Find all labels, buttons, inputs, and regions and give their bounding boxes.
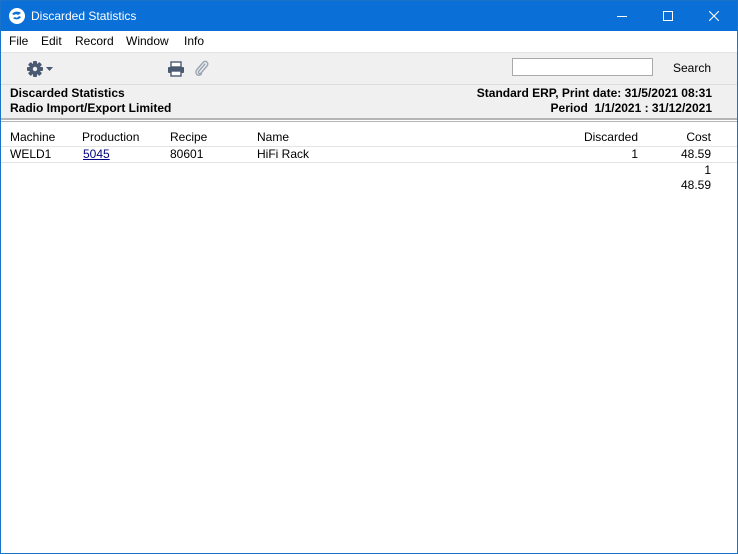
menu-bar: File Edit Record Window Info <box>1 31 737 52</box>
cell-cost: 48.59 <box>680 147 711 161</box>
menu-info[interactable]: Info <box>184 35 204 48</box>
column-header-name: Name <box>257 130 290 144</box>
menu-window[interactable]: Window <box>126 35 169 48</box>
title-bar[interactable]: Discarded Statistics <box>1 1 737 31</box>
cell-recipe: 80601 <box>170 147 204 161</box>
toolbar: Search <box>1 52 737 84</box>
column-header-recipe: Recipe <box>170 130 208 144</box>
menu-edit[interactable]: Edit <box>41 35 62 48</box>
minimize-button[interactable] <box>599 1 645 31</box>
close-button[interactable] <box>691 1 737 31</box>
menu-record[interactable]: Record <box>75 35 114 48</box>
search-button[interactable]: Search <box>673 61 711 75</box>
row-divider <box>1 162 737 163</box>
column-header-production: Production <box>82 130 140 144</box>
window-title: Discarded Statistics <box>31 9 137 23</box>
header-divider <box>1 118 737 120</box>
app-logo-icon <box>9 8 25 24</box>
menu-file[interactable]: File <box>9 35 28 48</box>
row-divider <box>1 146 737 147</box>
report-header: Discarded Statistics Radio Import/Export… <box>1 84 737 118</box>
minimize-icon <box>617 16 627 17</box>
printer-icon[interactable] <box>167 61 185 77</box>
search-input[interactable] <box>512 58 653 76</box>
report-body: Machine Production Recipe Name Discarded… <box>1 122 737 553</box>
cell-name: HiFi Rack <box>257 147 310 161</box>
gear-icon[interactable] <box>26 60 54 78</box>
close-icon <box>709 11 719 21</box>
paperclip-icon[interactable] <box>194 59 210 79</box>
report-period: Period 1/1/2021 : 31/12/2021 <box>550 101 712 115</box>
print-info: Standard ERP, Print date: 31/5/2021 08:3… <box>476 86 712 100</box>
total-discarded: 1 <box>704 163 711 177</box>
report-title: Discarded Statistics <box>10 86 125 100</box>
report-window: Discarded Statistics File Edit Record Wi… <box>0 0 738 554</box>
maximize-button[interactable] <box>645 1 691 31</box>
maximize-icon <box>663 11 673 21</box>
company-name: Radio Import/Export Limited <box>10 101 172 115</box>
column-header-cost: Cost <box>686 130 711 144</box>
production-link[interactable]: 5045 <box>83 148 110 161</box>
column-header-machine: Machine <box>10 130 56 144</box>
cell-machine: WELD1 <box>10 147 52 161</box>
total-cost: 48.59 <box>680 178 711 192</box>
